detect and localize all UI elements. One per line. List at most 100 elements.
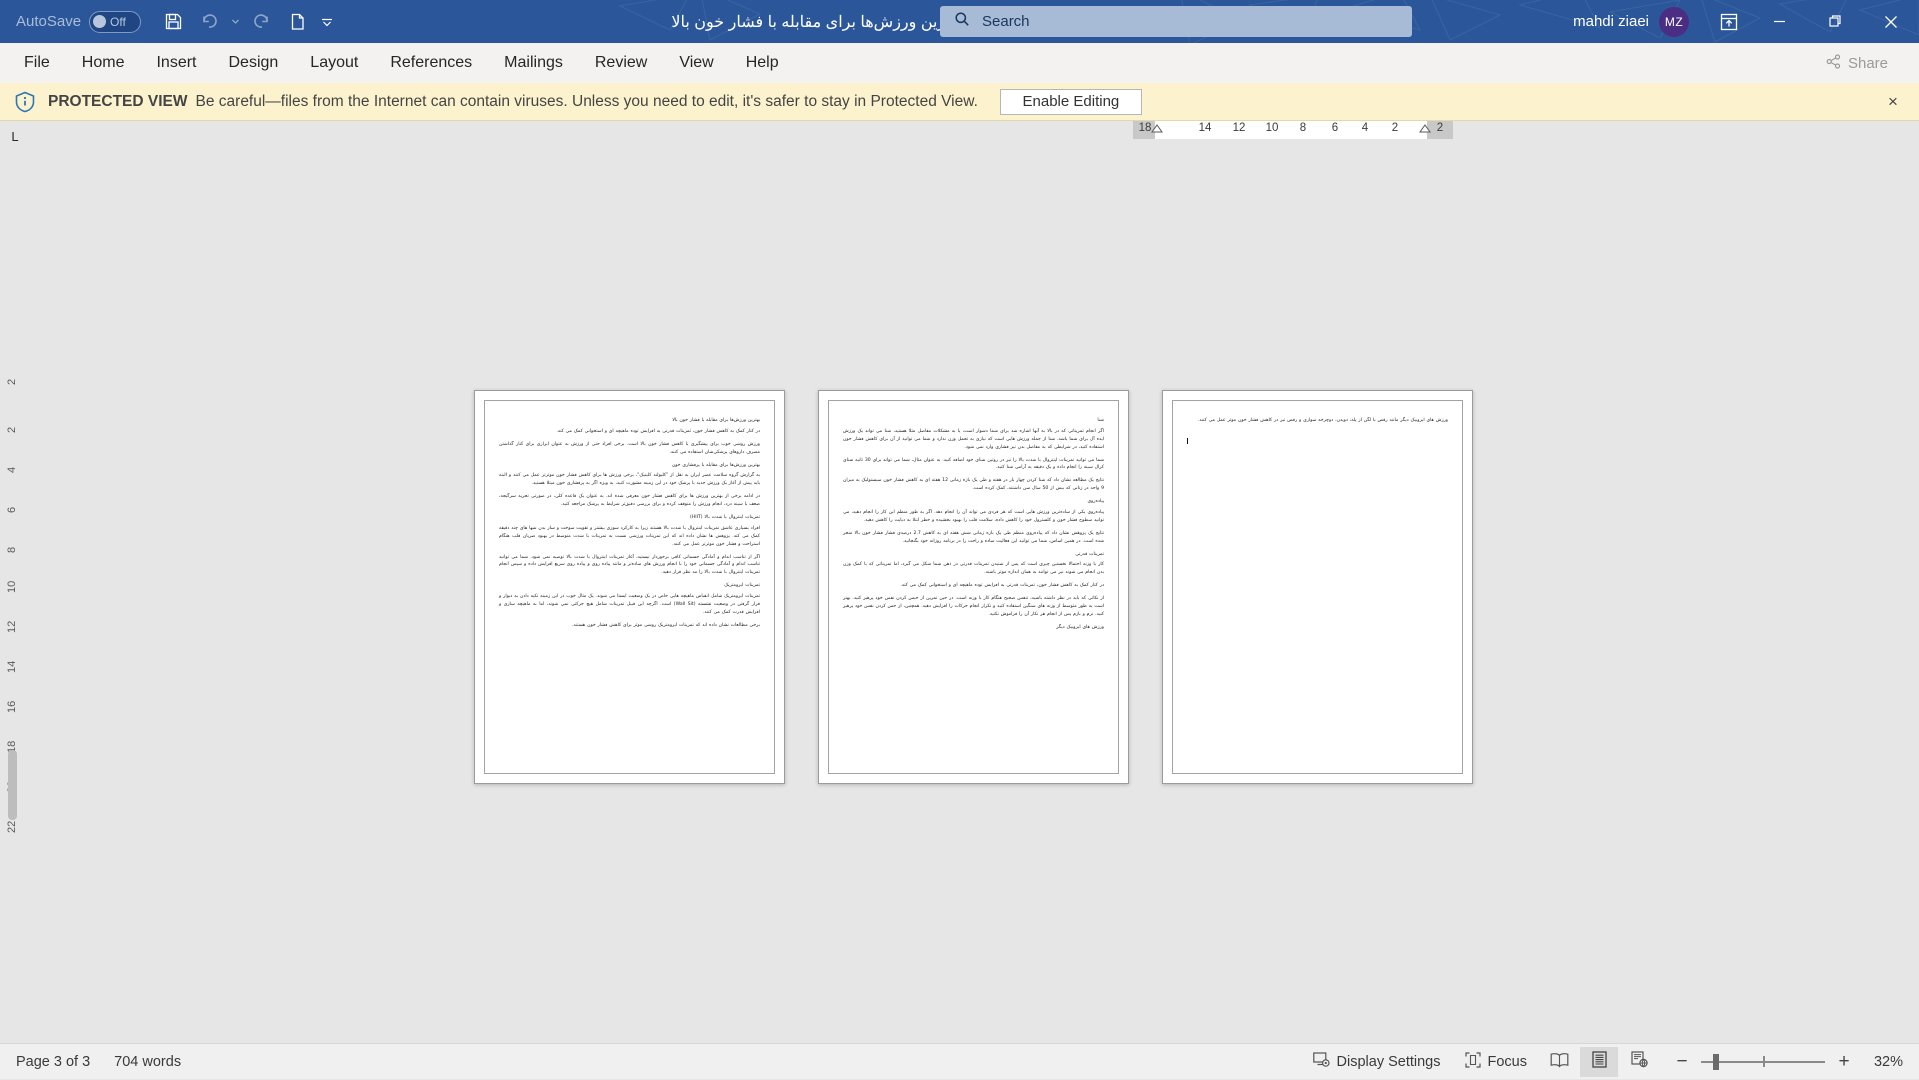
zoom-out-button[interactable]: − (1673, 1051, 1691, 1073)
tab-references[interactable]: References (374, 43, 488, 83)
ruler-tick-8: 8 (1300, 122, 1306, 134)
word-count[interactable]: 704 words (102, 1044, 193, 1080)
vertical-ruler[interactable]: 2 2 4 6 8 10 12 14 16 18 20 22 (0, 150, 26, 850)
close-button[interactable] (1863, 0, 1919, 43)
paragraph: در کنار کمک به کاهش فشار خون، تمرینات قد… (499, 428, 760, 436)
autosave-control[interactable]: AutoSave Off (16, 11, 141, 33)
left-indent-marker[interactable] (1151, 132, 1163, 140)
paragraph: نتایج یک پژوهش نشان داد که پیاده‌روی منظ… (843, 530, 1104, 546)
enable-editing-button[interactable]: Enable Editing (1000, 89, 1142, 115)
protected-view-message: Be careful—files from the Internet can c… (196, 93, 978, 111)
save-icon[interactable] (157, 6, 189, 38)
vruler-tick-11: 22 (6, 821, 18, 833)
zoom-slider-midpoint (1763, 1056, 1765, 1067)
paragraph: پیاده‌روی (843, 498, 1104, 506)
undo-icon[interactable] (193, 6, 225, 38)
account-name[interactable]: mahdi ziaei (1573, 13, 1649, 30)
tab-mailings[interactable]: Mailings (488, 43, 579, 83)
ruler-tick-12: 12 (1233, 122, 1246, 134)
share-label: Share (1848, 55, 1888, 72)
zoom-control: − + 32% (1673, 1051, 1909, 1073)
redo-icon[interactable] (245, 6, 277, 38)
paragraph: ورزش های ایروبیک دیگر (843, 624, 1104, 632)
zoom-slider[interactable] (1701, 1054, 1825, 1070)
search-box[interactable]: Search (940, 6, 1412, 37)
display-settings-button[interactable]: Display Settings (1301, 1044, 1453, 1080)
paragraph: بهترین ورزش‌ها برای مقابله با پرفشاری خو… (499, 462, 760, 470)
autosave-toggle[interactable]: Off (89, 11, 141, 33)
paragraph: تمرینات اینتروال یا شدت بالا (HIIT) (499, 514, 760, 522)
paragraph: افراد بسیاری عاشق تمرینات اینتروال با شد… (499, 525, 760, 549)
view-print-layout-button[interactable] (1580, 1047, 1618, 1077)
paragraph: شما می توانید تمرینات اینتروال با شدت با… (843, 457, 1104, 473)
page-indicator[interactable]: Page 3 of 3 (4, 1044, 102, 1080)
tab-stop-selector[interactable]: L (4, 125, 26, 147)
tab-file[interactable]: File (8, 43, 66, 83)
search-placeholder: Search (982, 13, 1030, 30)
info-shield-icon (14, 91, 36, 113)
paragraph: ورزش روشی خوب برای پیشگیری یا کاهش فشار … (499, 441, 760, 457)
paragraph: ورزش های ایروبیک دیگر مانند رقص با لگن ا… (1187, 417, 1448, 425)
paragraph: به گزارش گروه سلامت عصر ایران به نقل از … (499, 472, 760, 488)
tab-design[interactable]: Design (212, 43, 294, 83)
vruler-tick-2: 4 (6, 467, 18, 473)
ruler-tick-6: 6 (1332, 122, 1338, 134)
share-button[interactable]: Share (1813, 48, 1901, 78)
web-layout-icon (1631, 1051, 1648, 1072)
view-web-layout-button[interactable] (1620, 1047, 1658, 1077)
tab-view[interactable]: View (663, 43, 729, 83)
minimize-button[interactable] (1751, 0, 1807, 43)
document-page[interactable]: ورزش های ایروبیک دیگر مانند رقص با لگن ا… (1162, 390, 1473, 784)
autosave-state-label: Off (110, 15, 126, 29)
tab-review[interactable]: Review (579, 43, 663, 83)
tab-home[interactable]: Home (66, 43, 141, 83)
protected-view-bar: PROTECTED VIEW Be careful—files from the… (0, 83, 1919, 121)
ruler-tick-2-right: 2 (1437, 122, 1443, 134)
tab-insert[interactable]: Insert (140, 43, 212, 83)
ruler-tick-2: 2 (1392, 122, 1398, 134)
vruler-tick-6: 12 (6, 621, 18, 633)
document-page[interactable]: بهترین ورزش‌ها برای مقابله با فشار خون ب… (474, 390, 785, 784)
restore-button[interactable] (1807, 0, 1863, 43)
title-bar: AutoSave Off بهترین ورزش‌ها برای مقابله … (0, 0, 1919, 43)
focus-button[interactable]: Focus (1453, 1044, 1540, 1080)
close-protected-view-bar-icon[interactable]: × (1883, 92, 1903, 112)
page-text-area: بهترین ورزش‌ها برای مقابله با فشار خون ب… (484, 400, 775, 774)
view-read-mode-button[interactable] (1540, 1047, 1578, 1077)
ruler-tick-18: 18 (1139, 122, 1152, 134)
paragraph: از نکاتی که باید در نظر داشته باشید، تنف… (843, 595, 1104, 619)
horizontal-ruler[interactable]: 18 14 12 10 8 6 4 2 2 (1133, 121, 1453, 150)
paragraph: تمرینات ایزومتریک (499, 582, 760, 590)
zoom-slider-thumb[interactable] (1713, 1054, 1719, 1070)
focus-icon (1465, 1052, 1481, 1072)
paragraph: پیاده‌روی یکی از ساده‌ترین ورزش هایی است… (843, 509, 1104, 525)
right-indent-marker[interactable] (1419, 132, 1431, 140)
pages-container: بهترین ورزش‌ها برای مقابله با فشار خون ب… (474, 390, 1473, 784)
avatar[interactable]: MZ (1659, 7, 1689, 37)
undo-dropdown-icon[interactable] (229, 6, 241, 38)
tab-help[interactable]: Help (730, 43, 795, 83)
tab-layout[interactable]: Layout (294, 43, 374, 83)
vruler-tick-3: 6 (6, 507, 18, 513)
paragraph: تمرینات قدرتی (843, 551, 1104, 559)
zoom-in-button[interactable]: + (1835, 1051, 1853, 1073)
new-blank-document-icon[interactable] (281, 6, 313, 38)
zoom-level-label[interactable]: 32% (1863, 1054, 1903, 1070)
title-bar-right-group: mahdi ziaei MZ (1573, 0, 1919, 43)
vertical-scrollbar-thumb[interactable] (8, 750, 17, 820)
paragraph: در کنار کمک به کاهش فشار خون، تمرینات قد… (843, 582, 1104, 590)
paragraph: بهترین ورزش‌ها برای مقابله با فشار خون ب… (499, 417, 760, 425)
page-text-area: شنا اگر انجام تمریناتی که در بالا به آنه… (828, 400, 1119, 774)
customize-quick-access-toolbar-icon[interactable] (317, 6, 337, 38)
ribbon-tab-bar: File Home Insert Design Layout Reference… (0, 43, 1919, 83)
status-bar: Page 3 of 3 704 words Display Settings F… (0, 1043, 1919, 1079)
ribbon-display-options-icon[interactable] (1707, 0, 1751, 43)
paragraph: برخی مطالعات نشان داده اند که تمرینات ای… (499, 622, 760, 630)
search-icon (954, 11, 970, 32)
print-layout-icon (1592, 1051, 1607, 1072)
ruler-tick-4: 4 (1362, 122, 1368, 134)
ruler-tick-14: 14 (1199, 122, 1212, 134)
vruler-tick-0: 2 (6, 379, 18, 385)
document-canvas[interactable]: بهترین ورزش‌ها برای مقابله با فشار خون ب… (26, 150, 1919, 1043)
document-page[interactable]: شنا اگر انجام تمریناتی که در بالا به آنه… (818, 390, 1129, 784)
